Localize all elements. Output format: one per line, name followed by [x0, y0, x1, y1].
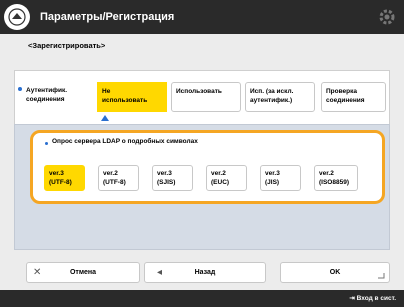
tab-label-auth: Аутентифик. соединения [26, 87, 68, 103]
encoding-ver3-utf8[interactable]: ver.3 (UTF-8) [44, 165, 85, 191]
cancel-button[interactable]: ✕ Отмена [26, 262, 140, 283]
back-label: Назад [194, 269, 216, 276]
page-title: Параметры/Регистрация [40, 11, 175, 23]
encoding-group-title: Опрос сервера LDAP о подробных символах [52, 138, 198, 145]
tab-check-connection[interactable]: Проверка соединения [321, 82, 386, 112]
login-icon: ⇥ [349, 295, 357, 302]
encoding-ver3-jis[interactable]: ver.3 (JIS) [260, 165, 301, 191]
ok-button[interactable]: OK [280, 262, 390, 283]
cancel-label: Отмена [69, 269, 97, 276]
corner-arrow-icon [378, 273, 385, 279]
bullet-icon [45, 142, 48, 145]
settings-button[interactable] [374, 4, 400, 30]
back-button[interactable]: ◂ Назад [144, 262, 266, 283]
breadcrumb: <Зарегистрировать> [28, 41, 106, 50]
encoding-ver2-euc[interactable]: ver.2 (EUC) [206, 165, 247, 191]
home-icon [8, 8, 26, 26]
encoding-ver2-utf8[interactable]: ver.2 (UTF-8) [98, 165, 139, 191]
encoding-ver2-iso8859[interactable]: ver.2 (ISO8859) [314, 165, 358, 191]
tab-use[interactable]: Использовать [171, 82, 241, 112]
gear-icon [379, 9, 395, 25]
login-button[interactable]: ⇥ Вход в сист. [349, 290, 396, 307]
tab-do-not-use[interactable]: Не использовать [97, 82, 167, 112]
tab-use-except-auth[interactable]: Исп. (за искл. аутентифик.) [245, 82, 315, 112]
title-bar: Параметры/Регистрация [0, 0, 404, 34]
home-button[interactable] [4, 4, 30, 30]
ok-label: OK [329, 269, 341, 276]
status-bar: ⇥ Вход в сист. [0, 290, 404, 307]
encoding-ver3-sjis[interactable]: ver.3 (SJIS) [152, 165, 193, 191]
selection-indicator-icon [101, 115, 109, 121]
